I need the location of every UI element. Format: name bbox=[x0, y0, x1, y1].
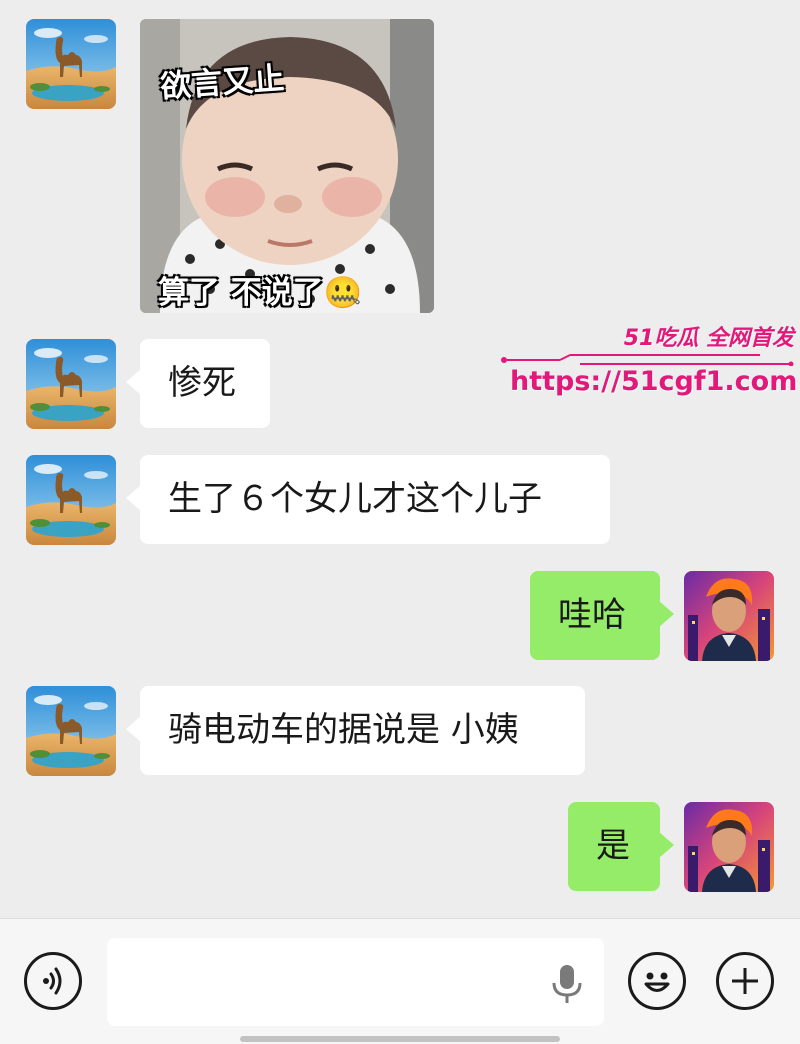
message-text: 哇哈 bbox=[558, 595, 626, 635]
message-text: 惨死 bbox=[168, 363, 236, 403]
my-avatar[interactable] bbox=[684, 571, 774, 661]
input-bar bbox=[0, 918, 800, 1044]
man-avatar-image bbox=[684, 802, 774, 892]
camel-avatar-image bbox=[26, 339, 116, 429]
camel-avatar-image bbox=[26, 455, 116, 545]
camel-avatar-image bbox=[26, 19, 116, 109]
message-input-box[interactable] bbox=[107, 938, 604, 1028]
message-bubble-sent[interactable]: 是 bbox=[568, 802, 674, 891]
sticker-image[interactable]: 欲言又止 算了 不说了🤐 bbox=[140, 19, 434, 313]
my-avatar[interactable] bbox=[684, 802, 774, 892]
message-bubble-received[interactable]: 生了６个女儿才这个儿子 bbox=[126, 455, 610, 544]
contact-avatar[interactable] bbox=[26, 455, 116, 545]
contact-avatar[interactable] bbox=[26, 19, 116, 109]
message-bubble-received[interactable]: 骑电动车的据说是 小姨 bbox=[126, 686, 585, 775]
message-bubble-received[interactable]: 惨死 bbox=[126, 339, 270, 428]
watermark-url: https://51cgf1.com bbox=[510, 366, 798, 397]
contact-avatar[interactable] bbox=[26, 339, 116, 429]
voice-icon bbox=[43, 967, 62, 995]
message-text: 骑电动车的据说是 小姨 bbox=[168, 710, 519, 750]
sticker-caption-top: 欲言又止 bbox=[159, 60, 286, 106]
sticker-caption-bottom-text: 算了 不说了 bbox=[158, 275, 324, 311]
watermark-brand: 51吃瓜 全网首发 bbox=[623, 326, 794, 351]
chat-area[interactable]: 欲言又止 算了 不说了🤐 惨死 51吃瓜 全网首发 https://51cgf1… bbox=[0, 0, 800, 918]
message-text: 是 bbox=[596, 826, 630, 866]
microphone-icon[interactable] bbox=[547, 962, 587, 1006]
message-text: 生了６个女儿才这个儿子 bbox=[168, 479, 542, 519]
watermark-circuit-line bbox=[501, 354, 794, 366]
camel-avatar-image bbox=[26, 686, 116, 776]
home-indicator[interactable] bbox=[240, 1036, 560, 1042]
contact-avatar[interactable] bbox=[26, 686, 116, 776]
emoji-icon bbox=[644, 972, 670, 992]
message-bubble-sent[interactable]: 哇哈 bbox=[530, 571, 674, 660]
message-input[interactable] bbox=[125, 938, 539, 1028]
voice-button[interactable] bbox=[24, 952, 82, 1010]
more-button[interactable] bbox=[716, 952, 774, 1010]
plus-icon bbox=[732, 968, 758, 994]
sticker-caption-bottom: 算了 不说了🤐 bbox=[158, 267, 362, 312]
emoji-button[interactable] bbox=[628, 952, 686, 1010]
watermark: 51吃瓜 全网首发 https://51cgf1.com bbox=[498, 316, 798, 408]
zipper-mouth-emoji: 🤐 bbox=[323, 275, 363, 311]
man-avatar-image bbox=[684, 571, 774, 661]
